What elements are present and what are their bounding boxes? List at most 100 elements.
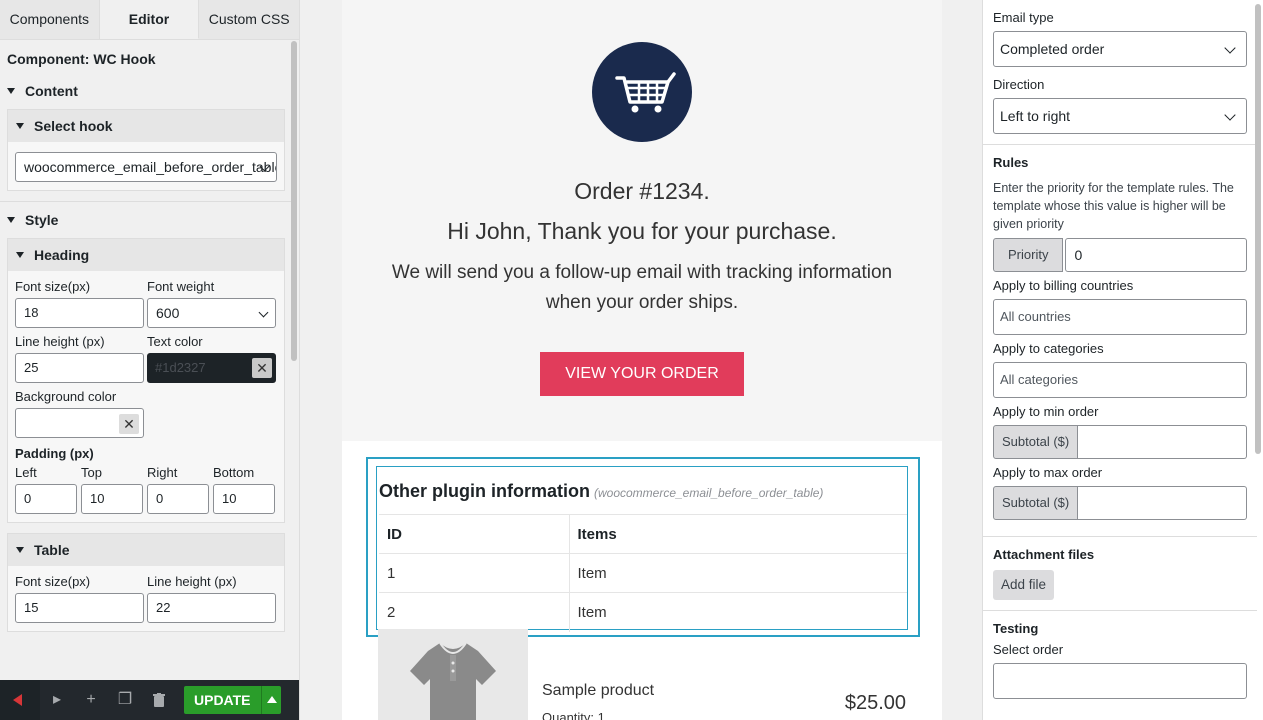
padding-top-label: Top xyxy=(81,465,102,480)
heading-font-weight-select[interactable]: 600 xyxy=(147,298,276,328)
email-hero-section[interactable]: Order #1234. Hi John, Thank you for your… xyxy=(342,0,942,441)
order-number-text: Order #1234. xyxy=(574,178,710,204)
padding-bottom-input[interactable]: 10 xyxy=(213,484,275,514)
min-order-input[interactable] xyxy=(1078,425,1247,459)
add-file-button[interactable]: Add file xyxy=(993,570,1055,600)
thanks-text: Hi John, Thank you for your purchase. xyxy=(447,218,837,244)
product-name: Sample product xyxy=(542,682,655,699)
update-dropdown-button[interactable] xyxy=(260,686,281,714)
table-header-id: ID xyxy=(379,514,570,554)
table-row: 2 Item xyxy=(379,592,907,632)
select-hook-toggle[interactable]: Select hook xyxy=(8,110,284,142)
select-hook-label: Select hook xyxy=(34,118,113,134)
direction-label: Direction xyxy=(993,77,1045,92)
left-panel: Components Editor Custom CSS Component: … xyxy=(0,0,300,720)
collapse-triangle-icon xyxy=(7,88,15,94)
wc-hook-component[interactable]: Other plugin information (woocommerce_ema… xyxy=(366,457,920,637)
categories-select[interactable]: All categories xyxy=(993,362,1247,398)
max-subtotal-addon: Subtotal ($) xyxy=(993,486,1079,520)
heading-box: Heading Font size(px) 18 Font weight 600 xyxy=(7,238,285,523)
table-header-row: ID Items xyxy=(379,514,907,554)
preview-button[interactable]: ▸ xyxy=(40,680,74,720)
heading-line-height-input[interactable]: 25 xyxy=(15,353,144,383)
select-order-select[interactable] xyxy=(993,663,1247,699)
editor-scroll-area: Component: WC Hook Content Select hook w… xyxy=(0,41,292,680)
collapse-triangle-icon xyxy=(16,123,24,129)
cart-logo xyxy=(592,42,692,142)
style-section-toggle[interactable]: Style xyxy=(0,202,292,238)
billing-countries-select[interactable]: All countries xyxy=(993,299,1247,335)
table-box: Table Font size(px) 15 Line height (px) … xyxy=(7,533,285,632)
clear-color-icon[interactable]: ✕ xyxy=(119,414,139,434)
table-font-size-input[interactable]: 15 xyxy=(15,593,144,623)
font-weight-label: Font weight xyxy=(147,279,215,294)
right-settings-panel: Email type Completed order Direction Lef… xyxy=(982,0,1263,720)
categories-label: Apply to categories xyxy=(993,341,1104,356)
table-toggle[interactable]: Table xyxy=(8,534,284,566)
table-cell: Item xyxy=(569,553,907,593)
table-row: 1 Item xyxy=(379,553,907,593)
style-section-label: Style xyxy=(25,212,59,228)
update-button[interactable]: UPDATE xyxy=(184,686,261,714)
priority-addon: Priority xyxy=(993,238,1064,272)
polo-shirt-icon xyxy=(410,642,496,720)
hook-select[interactable]: woocommerce_email_before_order_table xyxy=(15,152,277,182)
bottom-toolbar: ▸ + ❐ UPDATE xyxy=(0,680,299,720)
duplicate-button[interactable]: ❐ xyxy=(108,680,142,720)
rules-heading: Rules xyxy=(993,155,1029,170)
text-color-label: Text color xyxy=(147,334,203,349)
min-subtotal-addon: Subtotal ($) xyxy=(993,425,1079,459)
tab-custom-css[interactable]: Custom CSS xyxy=(199,0,299,39)
email-type-value: Completed order xyxy=(1000,41,1105,57)
view-order-button[interactable]: VIEW YOUR ORDER xyxy=(540,352,744,396)
panel-tabs: Components Editor Custom CSS xyxy=(0,0,299,40)
left-scrollbar[interactable] xyxy=(291,41,297,361)
right-scrollbar[interactable] xyxy=(1255,4,1261,454)
tab-components[interactable]: Components xyxy=(0,0,100,39)
chevron-down-icon xyxy=(258,307,269,318)
product-price: $25.00 xyxy=(844,692,906,714)
product-quantity: Quantity: 1 xyxy=(542,710,605,720)
collapse-triangle-icon xyxy=(16,252,24,258)
padding-right-input[interactable]: 0 xyxy=(147,484,209,514)
padding-left-input[interactable]: 0 xyxy=(15,484,77,514)
table-line-height-label: Line height (px) xyxy=(147,574,237,589)
max-order-input[interactable] xyxy=(1078,486,1247,520)
email-canvas: Order #1234. Hi John, Thank you for your… xyxy=(342,0,942,720)
copy-icon: ❐ xyxy=(117,691,133,708)
delete-button[interactable] xyxy=(142,680,176,720)
padding-left-label: Left xyxy=(15,465,37,480)
attachment-heading: Attachment files xyxy=(993,547,1095,562)
hook-table: ID Items 1 Item 2 Item xyxy=(379,514,907,632)
min-order-group: Subtotal ($) xyxy=(993,425,1247,459)
tab-editor[interactable]: Editor xyxy=(99,0,200,39)
clear-color-icon[interactable]: ✕ xyxy=(252,358,272,378)
attachment-section: Attachment files Add file xyxy=(983,537,1257,611)
bg-color-picker[interactable]: ✕ xyxy=(15,408,144,438)
direction-select[interactable]: Left to right xyxy=(993,98,1247,134)
max-order-group: Subtotal ($) xyxy=(993,486,1247,520)
heading-label: Heading xyxy=(34,247,90,263)
component-title: Component: WC Hook xyxy=(7,51,156,67)
content-section-toggle[interactable]: Content xyxy=(0,73,292,109)
bg-color-label: Background color xyxy=(15,389,117,404)
rules-description: Enter the priority for the template rule… xyxy=(993,181,1234,231)
add-button[interactable]: + xyxy=(74,680,108,720)
email-type-label: Email type xyxy=(993,10,1054,25)
table-label: Table xyxy=(34,542,70,558)
email-type-select[interactable]: Completed order xyxy=(993,31,1247,67)
followup-text: We will send you a follow-up email with … xyxy=(391,262,893,313)
table-line-height-input[interactable]: 22 xyxy=(147,593,276,623)
product-image xyxy=(378,629,528,720)
trash-icon xyxy=(153,692,165,707)
padding-top-input[interactable]: 10 xyxy=(81,484,143,514)
heading-toggle[interactable]: Heading xyxy=(8,239,284,271)
collapse-panel-button[interactable] xyxy=(0,680,40,720)
priority-input[interactable]: 0 xyxy=(1065,238,1247,272)
direction-value: Left to right xyxy=(1000,108,1071,124)
chevron-down-icon xyxy=(1224,109,1236,121)
min-order-label: Apply to min order xyxy=(993,404,1099,419)
heading-font-size-input[interactable]: 18 xyxy=(15,298,144,328)
text-color-picker[interactable]: #1d2327 ✕ xyxy=(147,353,276,383)
testing-section: Testing Select order xyxy=(983,611,1257,709)
